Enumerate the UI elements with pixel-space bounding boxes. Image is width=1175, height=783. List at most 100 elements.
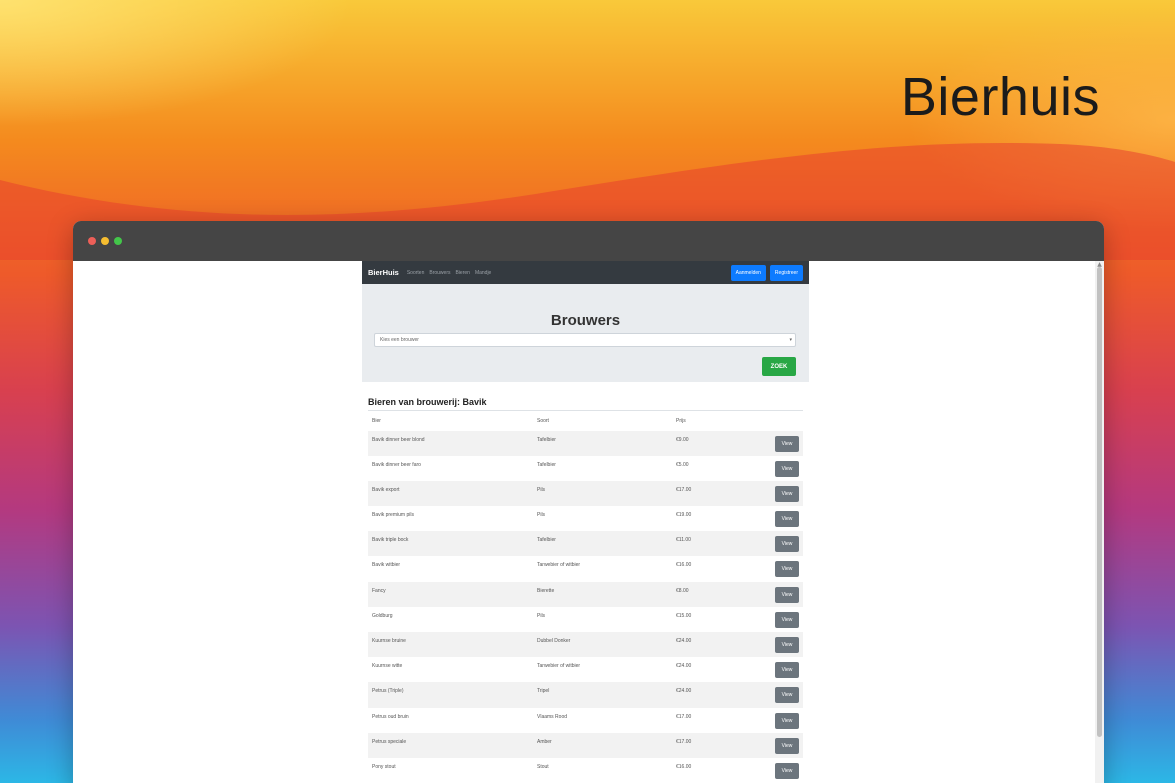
- table-row: Bavik export Pils €17.00 View: [368, 480, 803, 507]
- cell-bier: Bavik dinner beer faro: [372, 461, 421, 468]
- cell-actions: View: [747, 506, 803, 531]
- cell-prijs: €15.00: [676, 612, 692, 619]
- view-button[interactable]: View: [775, 460, 799, 477]
- browser-viewport: ▲ ▼ BierHuis Soorten Brouwers Bieren Man…: [73, 261, 1104, 783]
- cell-actions: View: [747, 581, 803, 607]
- cell-soort: Pils: [537, 512, 546, 519]
- cell-bier: Bavik export: [368, 480, 533, 507]
- cell-actions: View: [747, 531, 803, 557]
- table-header-row: Bier Soort Prijs: [368, 411, 803, 431]
- table-row: Bavik triple bock Tafelbier €11.00 View: [368, 531, 803, 557]
- table-row: Petrus oud bruin Vlaams Rood €17.00 View: [368, 708, 803, 733]
- cell-soort: Amber: [533, 732, 672, 758]
- view-button[interactable]: View: [775, 762, 799, 779]
- view-button[interactable]: View: [775, 737, 799, 754]
- view-button[interactable]: View: [775, 561, 799, 578]
- nav-link-brouwers[interactable]: Brouwers: [429, 270, 450, 276]
- browser-window: ▲ ▼ BierHuis Soorten Brouwers Bieren Man…: [73, 221, 1104, 783]
- cell-prijs: €24.00: [672, 632, 747, 658]
- view-button[interactable]: View: [775, 435, 799, 452]
- search-button[interactable]: ZOEK: [762, 357, 796, 376]
- view-button[interactable]: View: [775, 637, 799, 653]
- cell-soort: Tarwebier of witbier: [537, 663, 581, 670]
- cell-soort: Tafelbier: [537, 461, 556, 468]
- view-button[interactable]: View: [775, 536, 799, 553]
- cell-actions: View: [747, 732, 803, 758]
- column-header-prijs: Prijs: [676, 417, 686, 424]
- cell-soort: Tafelbier: [533, 430, 672, 456]
- cell-soort: Stout: [537, 763, 549, 770]
- cell-soort: Tafelbier: [533, 531, 672, 557]
- cell-actions: View: [747, 632, 803, 658]
- cell-actions: View: [747, 758, 803, 783]
- cell-soort: Vlaams Rood: [537, 713, 568, 720]
- view-button[interactable]: View: [775, 687, 799, 704]
- view-button[interactable]: View: [775, 485, 799, 502]
- nav-link-bieren[interactable]: Bieren: [455, 270, 469, 276]
- minimize-window-dot[interactable]: [101, 237, 109, 245]
- cell-actions: View: [747, 556, 803, 581]
- scrollbar[interactable]: ▲ ▼: [1095, 261, 1104, 783]
- cell-prijs: €9.00: [672, 430, 747, 456]
- cell-actions: View: [747, 607, 803, 632]
- view-button[interactable]: View: [775, 662, 799, 679]
- view-button[interactable]: View: [775, 586, 799, 603]
- brewer-select[interactable]: Kies een brouwer ▾: [374, 333, 796, 347]
- cell-prijs: €16.00: [676, 763, 692, 770]
- cell-prijs: €24.00: [672, 682, 747, 708]
- cell-bier: Pony stout: [372, 763, 396, 770]
- cell-prijs: €24.00: [676, 663, 692, 670]
- table-row: Kuurnse witte Tarwebier of witbier €24.00 V…: [368, 657, 803, 682]
- cell-soort: Bierette: [533, 581, 672, 607]
- jumbotron: Brouwers Kies een brouwer ▾ ZOEK: [362, 284, 809, 382]
- cell-bier: Bavik premium pils: [372, 512, 414, 519]
- scrollbar-thumb[interactable]: [1097, 267, 1102, 737]
- view-button[interactable]: View: [775, 511, 799, 528]
- cell-bier: Bavik dinner beer blond: [368, 430, 533, 456]
- cell-actions: View: [747, 456, 803, 481]
- cell-bier: Fancy: [368, 581, 533, 607]
- cell-bier: Goldburg: [372, 612, 393, 619]
- table-row: Fancy Bierette €8.00 View: [368, 581, 803, 607]
- cell-bier: Petrus oud bruin: [372, 713, 409, 720]
- column-header-actions: [747, 411, 803, 431]
- cell-prijs: €16.00: [676, 562, 692, 569]
- table-row: Bavik premium pils Pils €19.00 View: [368, 506, 803, 531]
- beer-table: Bier Soort Prijs Bavik dinner beer blond…: [368, 410, 803, 783]
- column-header-bier: Bier: [372, 417, 381, 424]
- cell-bier: Kuurnse bruine: [368, 632, 533, 658]
- results-title: Bieren van brouwerij: Bavik: [368, 397, 487, 407]
- cell-actions: View: [747, 430, 803, 456]
- view-button[interactable]: View: [775, 611, 799, 628]
- maximize-window-dot[interactable]: [114, 237, 122, 245]
- table-row: Kuurnse bruine Dubbel Donker €24.00 View: [368, 632, 803, 658]
- cell-prijs: €5.00: [676, 461, 689, 468]
- cell-prijs: €19.00: [676, 512, 692, 519]
- nav-link-soorten[interactable]: Soorten: [407, 270, 425, 276]
- close-window-dot[interactable]: [88, 237, 96, 245]
- register-button[interactable]: Registreer: [769, 264, 803, 281]
- window-titlebar: [73, 221, 1104, 261]
- table-row: Bavik dinner beer blond Tafelbier €9.00 Vie…: [368, 430, 803, 456]
- cell-actions: View: [747, 657, 803, 682]
- cell-prijs: €17.00: [672, 732, 747, 758]
- column-header-soort: Soort: [537, 417, 549, 424]
- chevron-down-icon: ▾: [789, 337, 792, 343]
- login-button[interactable]: Aanmelden: [730, 264, 766, 281]
- nav-link-mandje[interactable]: Mandje: [475, 270, 491, 276]
- brewer-select-value: Kies een brouwer: [380, 337, 419, 343]
- cell-soort: Pils: [537, 612, 546, 619]
- cell-prijs: €17.00: [676, 713, 692, 720]
- page-title: Brouwers: [550, 312, 621, 329]
- table-row: Petrus (Triple) Tripel €24.00 View: [368, 682, 803, 708]
- navbar-brand[interactable]: BierHuis: [368, 268, 399, 277]
- cell-actions: View: [747, 682, 803, 708]
- table-row: Bavik dinner beer faro Tafelbier €5.00 View: [368, 456, 803, 481]
- cell-bier: Petrus speciale: [368, 732, 533, 758]
- cell-prijs: €11.00: [672, 531, 747, 557]
- table-row: Goldburg Pils €15.00 View: [368, 607, 803, 632]
- cell-bier: Petrus (Triple): [368, 682, 533, 708]
- view-button[interactable]: View: [775, 712, 799, 729]
- cell-bier: Kuurnse witte: [372, 663, 403, 670]
- cell-prijs: €17.00: [672, 480, 747, 507]
